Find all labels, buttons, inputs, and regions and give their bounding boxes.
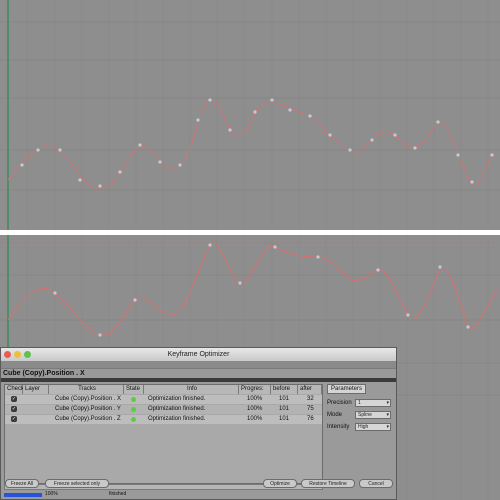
track-progress: 100% (247, 416, 263, 422)
col-header-tracks[interactable]: Tracks (49, 385, 124, 394)
restore-timeline-button[interactable]: Restore Timeline (301, 479, 355, 488)
tracks-table: Check Layer Tracks State Info Progres: b… (4, 384, 323, 484)
optimize-button[interactable]: Optimize (263, 479, 297, 488)
maximize-icon[interactable] (24, 351, 31, 358)
close-icon[interactable] (4, 351, 11, 358)
col-header-info[interactable]: Info (144, 385, 239, 394)
mode-select[interactable]: Spline (355, 411, 391, 419)
status-ok-icon (131, 407, 136, 412)
col-header-before[interactable]: before (271, 385, 298, 394)
status-bar: 100% finished (1, 491, 396, 499)
minimize-icon[interactable] (14, 351, 21, 358)
track-after: 75 (307, 406, 314, 412)
status-text: finished (109, 491, 127, 497)
dialog-divider (1, 378, 396, 382)
track-info: Optimization finished. (148, 416, 206, 422)
table-row[interactable]: ✓ Cube (Copy).Position . Y Optimization … (5, 405, 322, 414)
track-name: Cube (Copy).Position . Y (55, 406, 121, 412)
track-before: 101 (279, 406, 290, 412)
dialog-titlebar[interactable]: Keyframe Optimizer (1, 348, 396, 361)
col-header-check[interactable]: Check (5, 385, 24, 394)
intensity-label: Intensity (327, 424, 350, 430)
keyframe-optimizer-dialog: Keyframe Optimizer Cube (Copy).Position … (0, 347, 397, 500)
track-after: 32 (307, 396, 314, 402)
col-header-layer[interactable]: Layer (23, 385, 49, 394)
status-ok-icon (131, 397, 136, 402)
tab-parameters[interactable]: Parameters (327, 384, 367, 394)
freeze-all-button[interactable]: Freeze All (5, 479, 39, 488)
status-progress-text: 100% (45, 491, 58, 497)
col-header-after[interactable]: after (298, 385, 322, 394)
track-info: Optimization finished. (148, 396, 206, 402)
dialog-toolbar-strip (1, 361, 396, 369)
track-progress: 100% (247, 406, 263, 412)
track-before: 101 (279, 416, 290, 422)
active-track-title: Cube (Copy).Position . X (3, 370, 85, 377)
track-info: Optimization finished. (148, 406, 206, 412)
mode-label: Mode (327, 412, 343, 418)
track-progress: 100% (247, 396, 263, 402)
track-name: Cube (Copy).Position . X (55, 396, 122, 402)
track-before: 101 (279, 396, 290, 402)
top-curve-graph (0, 0, 500, 230)
curve-editor-top[interactable] (0, 0, 500, 230)
table-row[interactable]: ✓ Cube (Copy).Position . Z Optimization … (5, 415, 322, 424)
checkbox-checked-icon[interactable]: ✓ (11, 396, 17, 402)
precision-label: Precision (327, 400, 352, 406)
table-row[interactable]: ✓ Cube (Copy).Position . X Optimization … (5, 395, 322, 404)
parameters-panel: Parameters Precision 1 Mode Spline Inten… (327, 384, 395, 484)
intensity-select[interactable]: High (355, 423, 391, 431)
col-header-progress[interactable]: Progres: (239, 385, 271, 394)
col-header-state[interactable]: State (124, 385, 144, 394)
dialog-title: Keyframe Optimizer (167, 351, 230, 358)
status-ok-icon (131, 417, 136, 422)
track-after: 76 (307, 416, 314, 422)
cancel-button[interactable]: Cancel (359, 479, 393, 488)
checkbox-checked-icon[interactable]: ✓ (11, 406, 17, 412)
checkbox-checked-icon[interactable]: ✓ (11, 416, 17, 422)
precision-stepper[interactable]: 1 (355, 399, 391, 407)
status-progress-bar (4, 493, 42, 497)
freeze-selected-button[interactable]: Freeze selected only (45, 479, 109, 488)
track-name: Cube (Copy).Position . Z (55, 416, 121, 422)
